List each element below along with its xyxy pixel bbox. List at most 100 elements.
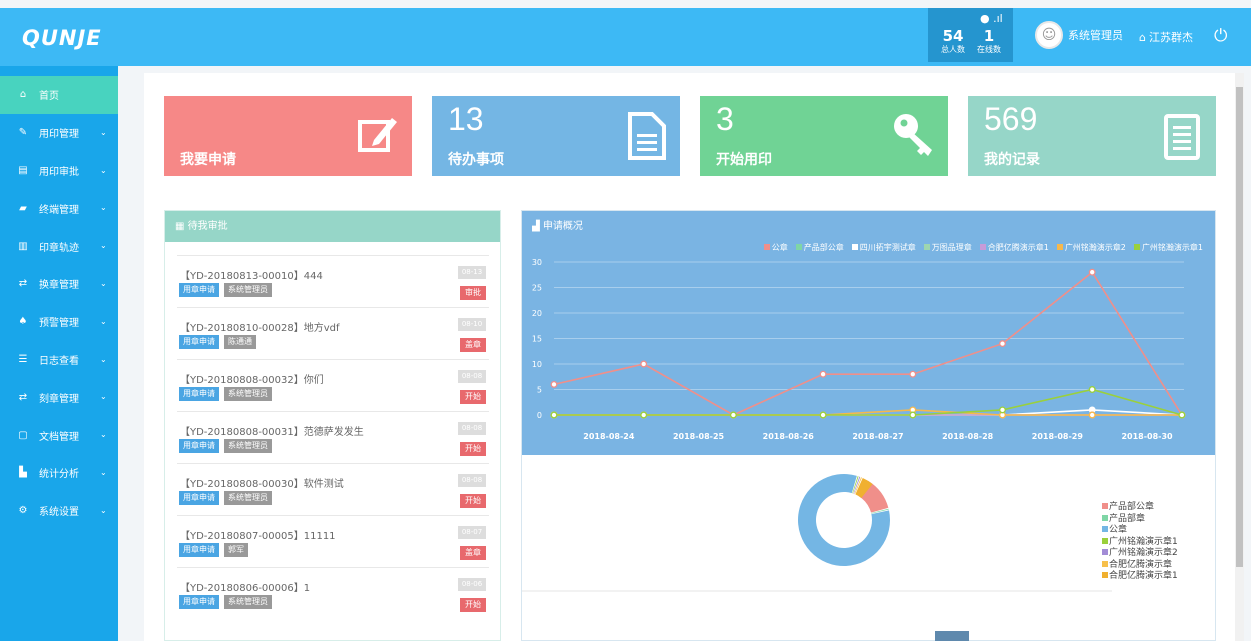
sidebar-item-4[interactable]: ▥ 印章轨迹 ⌄ [0, 227, 118, 265]
list-item[interactable]: 【YD-20180807-00005】11111 用章申请 郭军 08-07 盖章 [177, 515, 489, 567]
logo[interactable]: QUNJE [22, 26, 102, 50]
sidebar-item-2[interactable]: ▤ 用印审批 ⌄ [0, 152, 118, 190]
sidebar-item-7[interactable]: ☰ 日志查看 ⌄ [0, 341, 118, 379]
line-chart: 0 5 10 15 20 25 30 2018-08-24 2018-08-25 2018-08-… [532, 258, 1186, 441]
user-badge: 系统管理员 [224, 283, 272, 297]
donut-legend: 产品部公章 产品部章 公章 广州铭瀚演示章1 广州铭瀚演示章2 合肥亿腾演示章 合肥亿腾演示… [1102, 502, 1178, 583]
legend-item[interactable]: 产品部章 [1102, 514, 1178, 526]
data-point[interactable] [550, 411, 558, 419]
summary-card-2[interactable]: 3 开始用印 [700, 96, 948, 176]
action-button[interactable]: 开始 [460, 598, 486, 612]
x-tick-label: 2018-08-27 [852, 432, 903, 441]
type-badge: 用章申请 [179, 543, 219, 557]
power-icon[interactable]: ⏻ [1214, 26, 1227, 46]
sidebar-item-label: 换章管理 [39, 280, 79, 292]
list-item[interactable]: 【YD-20180808-00031】范德萨发发生 用章申请 系统管理员 08-08 开… [177, 411, 489, 463]
x-tick-label: 2018-08-26 [763, 432, 815, 441]
y-tick-label: 30 [532, 258, 542, 267]
sidebar-item-label: 统计分析 [39, 469, 79, 481]
sidebar-item-label: 预警管理 [39, 318, 79, 330]
sidebar-item-11[interactable]: ⚙ 系统设置 ⌄ [0, 492, 118, 530]
sidebar-item-3[interactable]: ▰ 终端管理 ⌄ [0, 189, 118, 227]
legend-item[interactable]: 合肥亿腾演示章1 [1102, 571, 1178, 583]
sidebar-item-label: 印章轨迹 [39, 242, 79, 254]
action-button[interactable]: 盖章 [460, 546, 486, 560]
card-label: 我要申请 [180, 152, 236, 168]
action-button[interactable]: 盖章 [460, 338, 486, 352]
list-item[interactable]: 【YD-20180813-00010】444 用章申请 系统管理员 08-13 审批 [177, 255, 489, 307]
data-point[interactable] [640, 360, 648, 368]
legend-item[interactable]: 广州铭瀚演示章1 [1102, 537, 1178, 549]
data-point[interactable] [1088, 386, 1096, 393]
data-point[interactable] [909, 370, 917, 378]
chevron-down-icon: ⌄ [100, 165, 107, 175]
legend-item[interactable]: 公章 [1102, 525, 1178, 537]
bell-icon: ♠ [18, 316, 28, 328]
user-badge: 系统管理员 [224, 439, 272, 453]
chevron-down-icon: ⌄ [100, 316, 107, 326]
sidebar-item-0[interactable]: ⌂ 首页 [0, 76, 118, 114]
data-point[interactable] [1178, 411, 1186, 419]
type-badge: 用章申请 [179, 491, 219, 505]
date-badge: 08-08 [458, 474, 486, 487]
chevron-down-icon: ⌄ [100, 467, 107, 477]
data-point[interactable] [819, 370, 827, 378]
data-point[interactable] [999, 406, 1006, 414]
list-item[interactable]: 【YD-20180808-00030】软件测试 用章申请 系统管理员 08-08 开始 [177, 463, 489, 515]
key-icon [892, 110, 936, 162]
company-link[interactable]: ⌂ 江苏群杰 [1139, 29, 1193, 45]
action-button[interactable]: 开始 [460, 442, 486, 456]
summary-card-0[interactable]: 我要申请 [164, 96, 412, 176]
scrollbar-thumb[interactable] [1236, 87, 1243, 567]
overview-panel: ▟ 申请概况 公章 产品部公章 四川拓宇测试章 万图品理章 合肥亿腾演示章1 广州铭瀚演示… [521, 210, 1216, 641]
action-button[interactable]: 审批 [460, 286, 486, 300]
legend-item[interactable]: 合肥亿腾演示章 [1102, 560, 1178, 572]
action-button[interactable]: 开始 [460, 494, 486, 508]
type-badge: 用章申请 [179, 387, 219, 401]
sidebar-item-label: 刻章管理 [39, 393, 79, 405]
data-point[interactable] [640, 411, 648, 419]
user-menu[interactable]: ☺ 系统管理员 [1035, 21, 1123, 49]
date-badge: 08-10 [458, 318, 486, 331]
sidebar-item-8[interactable]: ⇄ 刻章管理 ⌄ [0, 378, 118, 416]
line-chart-area: ▟ 申请概况 公章 产品部公章 四川拓宇测试章 万图品理章 合肥亿腾演示章1 广州铭瀚演示… [522, 211, 1215, 455]
todo-panel-header: ▦ 待我审批 [165, 211, 500, 242]
user-badge: 系统管理员 [224, 595, 272, 609]
sidebar-item-1[interactable]: ✎ 用印管理 ⌄ [0, 114, 118, 152]
data-point[interactable] [729, 411, 737, 419]
list-item[interactable]: 【YD-20180806-00006】1 用章申请 系统管理员 08-06 开始 [177, 567, 489, 619]
summary-card-3[interactable]: 569 我的记录 [968, 96, 1216, 176]
file-icon: ▤ [18, 164, 28, 176]
action-button[interactable]: 开始 [460, 390, 486, 404]
data-point[interactable] [1088, 268, 1096, 276]
data-point[interactable] [550, 380, 558, 388]
summary-card-1[interactable]: 13 待办事项 [432, 96, 680, 176]
data-point[interactable] [999, 340, 1006, 348]
legend-item[interactable]: 广州铭瀚演示章2 [1102, 548, 1178, 560]
chevron-down-icon: ⌄ [100, 203, 107, 213]
document-icon: ▢ [18, 429, 28, 441]
user-name: 系统管理员 [1068, 29, 1123, 42]
card-number: 3 [716, 101, 734, 137]
data-point[interactable] [819, 411, 827, 419]
top-bar: QUNJE ● .ıl 54 总人数 1 在线数 ☺ 系统管理员 ⌂ 江苏群杰 … [0, 8, 1251, 66]
item-title: 【YD-20180810-00028】地方vdf [180, 323, 340, 334]
sidebar-item-10[interactable]: ▙ 统计分析 ⌄ [0, 454, 118, 492]
date-badge: 08-13 [458, 266, 486, 279]
data-point[interactable] [1088, 411, 1096, 419]
date-badge: 08-08 [458, 370, 486, 383]
edit-icon [356, 110, 400, 162]
legend-swatch [1102, 526, 1108, 532]
sidebar-item-5[interactable]: ⇄ 换章管理 ⌄ [0, 265, 118, 303]
list-item[interactable]: 【YD-20180808-00032】你们 用章申请 系统管理员 08-08 开始 [177, 359, 489, 411]
x-tick-label: 2018-08-24 [583, 432, 635, 441]
data-point[interactable] [909, 411, 917, 419]
sidebar-item-9[interactable]: ▢ 文档管理 ⌄ [0, 416, 118, 454]
type-badge: 用章申请 [179, 335, 219, 349]
list-item[interactable]: 【YD-20180810-00028】地方vdf 用章申请 陈通通 08-10 盖章 [177, 307, 489, 359]
sidebar-item-6[interactable]: ♠ 预警管理 ⌄ [0, 303, 118, 341]
scrollbar[interactable] [1235, 73, 1244, 641]
date-badge: 08-08 [458, 422, 486, 435]
legend-item[interactable]: 产品部公章 [1102, 502, 1178, 514]
avatar: ☺ [1035, 21, 1063, 49]
